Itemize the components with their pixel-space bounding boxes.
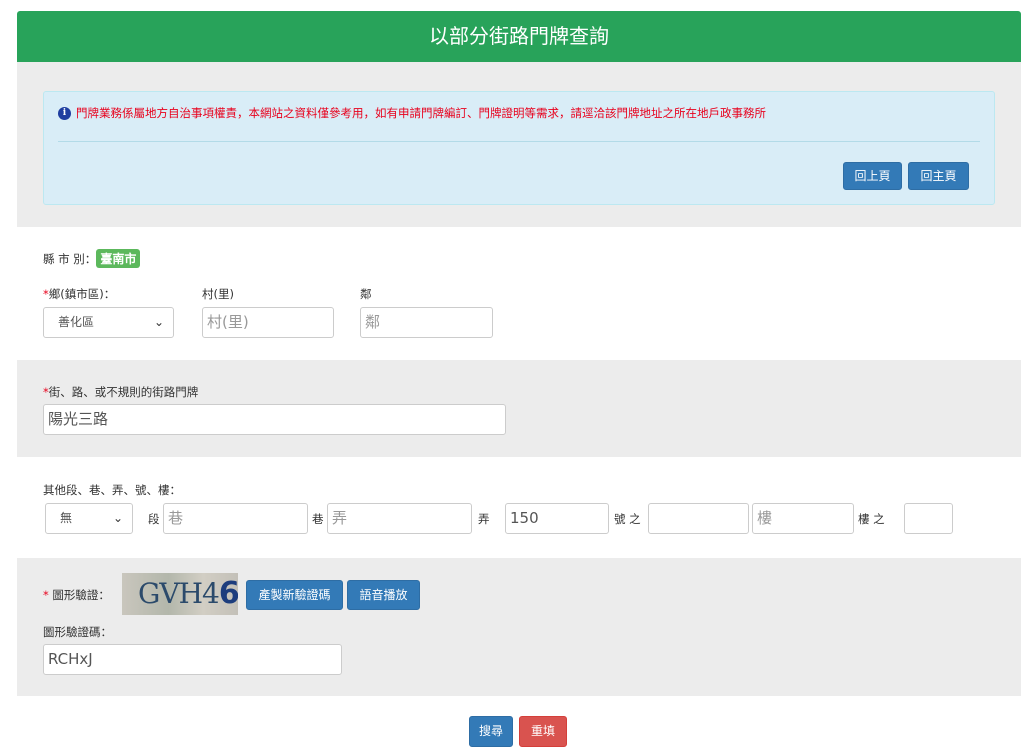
captcha-image-text: GVH4 [138,577,220,610]
neighborhood-label: 鄰 [360,287,372,301]
notice-section: i 門牌業務係屬地方自治事項權責，本網站之資料僅參考用，如有申請門牌編訂、門牌證… [17,62,1021,227]
required-marker: * [43,588,53,602]
section-suffix: 段 [148,512,160,526]
neighborhood-input[interactable]: 鄰 [360,307,493,338]
number-sub-input[interactable] [648,503,749,534]
captcha-code-label: 圖形驗證碼： [43,625,112,639]
home-button[interactable]: 回主頁 [908,162,969,190]
district-select[interactable]: 善化區 ⌄ [43,307,174,338]
chevron-down-icon: ⌄ [112,511,123,525]
captcha-section: * 圖形驗證： GVH46 產製新驗證碼 語音播放 圖形驗證碼： RCHxJ [17,558,1021,696]
village-input[interactable]: 村(里) [202,307,334,338]
floor-input[interactable]: 樓 [752,503,854,534]
alley-suffix: 弄 [478,512,490,526]
floor-sub-input[interactable] [904,503,953,534]
number-input[interactable]: 150 [505,503,609,534]
back-button[interactable]: 回上頁 [843,162,902,190]
city-label-row: 縣 市 別： 臺南市 [43,249,141,268]
village-label: 村(里) [202,287,234,301]
district-label-row: *鄉(鎮市區)： [43,286,115,302]
floor-suffix: 樓 之 [858,512,885,526]
street-input[interactable]: 陽光三路 [43,404,506,435]
city-badge: 臺南市 [96,249,141,268]
captcha-label-row: * 圖形驗證： [43,587,110,603]
street-label-row: *街、路、或不規則的街路門牌 [43,384,198,400]
captcha-image-digit: 6 [218,576,238,611]
street-section: *街、路、或不規則的街路門牌 陽光三路 [17,360,1021,457]
lane-suffix: 巷 [312,512,324,526]
city-label: 縣 市 別： [43,252,97,266]
submit-section: 搜尋 重填 [17,696,1021,752]
page-title: 以部分街路門牌查詢 [17,11,1021,62]
district-value: 善化區 [58,315,95,329]
captcha-image: GVH46 [122,573,238,615]
notice-divider [58,141,980,142]
section-select[interactable]: 無 ⌄ [45,503,133,534]
lane-input[interactable]: 巷 [163,503,308,534]
generate-captcha-button[interactable]: 產製新驗證碼 [246,580,343,610]
chevron-down-icon: ⌄ [153,315,164,329]
notice-alert: i 門牌業務係屬地方自治事項權責，本網站之資料僅參考用，如有申請門牌編訂、門牌證… [43,91,995,205]
captcha-label: 圖形驗證： [52,588,110,602]
notice-message: 門牌業務係屬地方自治事項權責，本網站之資料僅參考用，如有申請門牌編訂、門牌證明等… [76,106,766,120]
number-suffix: 號 之 [614,512,641,526]
street-label: 街、路、或不規則的街路門牌 [48,385,199,399]
page: 以部分街路門牌查詢 i 門牌業務係屬地方自治事項權責，本網站之資料僅參考用，如有… [0,0,1024,752]
captcha-code-input[interactable]: RCHxJ [43,644,342,675]
alley-input[interactable]: 弄 [327,503,472,534]
audio-captcha-button[interactable]: 語音播放 [347,580,420,610]
city-section: 縣 市 別： 臺南市 *鄉(鎮市區)： 村(里) 鄰 善化區 ⌄ 村(里) 鄰 [17,227,1021,360]
info-icon: i [58,106,71,120]
other-section: 其他段、巷、弄、號、樓： 無 ⌄ 段 巷 巷 弄 弄 150 號 之 樓 樓 之 [17,457,1021,558]
section-value: 無 [60,511,73,525]
search-button[interactable]: 搜尋 [469,716,513,747]
other-label: 其他段、巷、弄、號、樓： [43,483,181,497]
notice-message-row: i 門牌業務係屬地方自治事項權責，本網站之資料僅參考用，如有申請門牌編訂、門牌證… [58,105,766,121]
district-label: 鄉(鎮市區)： [48,287,116,301]
reset-button[interactable]: 重填 [519,716,567,747]
